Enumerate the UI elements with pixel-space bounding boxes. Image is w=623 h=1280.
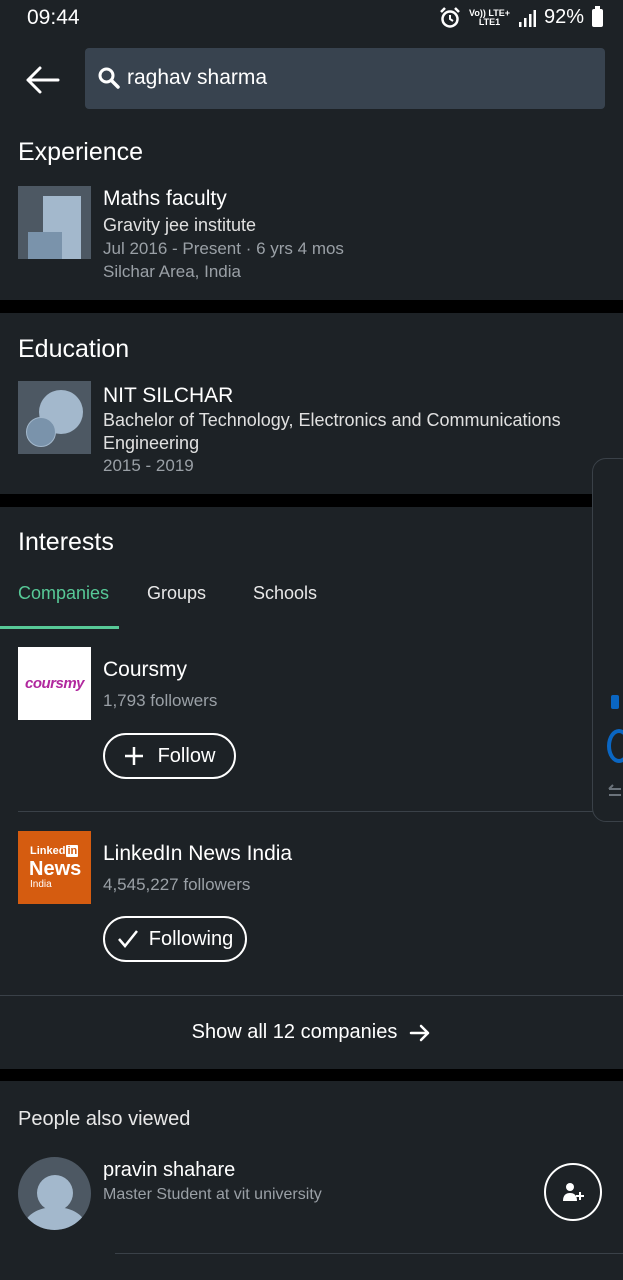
battery-icon [592,5,603,27]
logo-linkedin-text: Linked in [30,845,79,857]
experience-location: Silchar Area, India [103,262,241,281]
battery-percent: 92% [543,6,584,28]
arrow-left-icon [26,66,60,94]
avatar[interactable] [18,1157,91,1230]
list-divider [18,811,605,812]
company-name[interactable]: LinkedIn News India [103,842,292,866]
company-followers: 4,545,227 followers [103,875,251,894]
swap-icon [608,784,621,796]
add-person-icon [563,1183,584,1201]
tab-active-indicator [0,626,119,629]
search-query: raghav sharma [127,66,268,89]
checkmark-icon [117,930,138,948]
company-name[interactable]: Coursmy [103,658,187,682]
company-followers: 1,793 followers [103,691,218,710]
school-logo[interactable] [18,381,91,454]
alarm-icon [440,6,460,28]
search-icon [98,67,120,89]
linkedin-news-logo[interactable]: Linked in News India [18,831,91,904]
divider [0,1069,623,1081]
experience-company: Gravity jee institute [103,215,257,235]
network-type: Vo)) LTE+ LTE1 [469,7,510,27]
following-button[interactable]: Following [103,916,247,962]
degree-line-2: Engineering [103,433,200,453]
back-button[interactable] [20,58,64,102]
person-headline: Master Student at vit university [103,1186,322,1203]
coursmy-logo[interactable]: coursmy [18,647,91,720]
show-all-companies-button[interactable]: Show all 12 companies [0,996,623,1069]
status-time: 09:44 [27,6,80,29]
divider [0,494,623,507]
arrow-right-icon [410,1024,430,1041]
follow-button[interactable]: Follow [103,733,236,779]
experience-heading: Experience [18,138,144,166]
degree-line-1: Bachelor of Technology, Electronics and … [103,410,561,430]
people-also-viewed-section: People also viewed pravin shahare Master… [0,1081,623,1280]
edge-panel-handle[interactable] [592,458,623,822]
plus-icon [124,747,143,765]
education-section: Education NIT SILCHAR Bachelor of Techno… [0,313,623,494]
status-indicators: Vo)) LTE+ LTE1 92% [439,5,603,29]
divider [0,300,623,313]
experience-title[interactable]: Maths faculty [103,187,227,211]
interests-heading: Interests [18,528,114,556]
school-name[interactable]: NIT SILCHAR [103,384,233,408]
people-heading: People also viewed [18,1108,191,1130]
company-logo[interactable] [18,186,91,259]
person-name[interactable]: pravin shahare [103,1159,235,1182]
education-heading: Education [18,335,130,363]
education-years: 2015 - 2019 [103,456,194,475]
list-divider [115,1253,623,1254]
tab-groups[interactable]: Groups [147,583,206,604]
experience-section: Experience Maths faculty Gravity jee ins… [0,122,623,300]
experience-dates: Jul 2016 - Present · 6 yrs 4 mos [103,239,344,258]
tab-companies[interactable]: Companies [18,583,109,604]
show-all-label: Show all 12 companies [191,1021,398,1043]
tab-schools[interactable]: Schools [253,583,317,604]
signal-icon [518,9,536,27]
connect-button[interactable] [544,1163,602,1221]
